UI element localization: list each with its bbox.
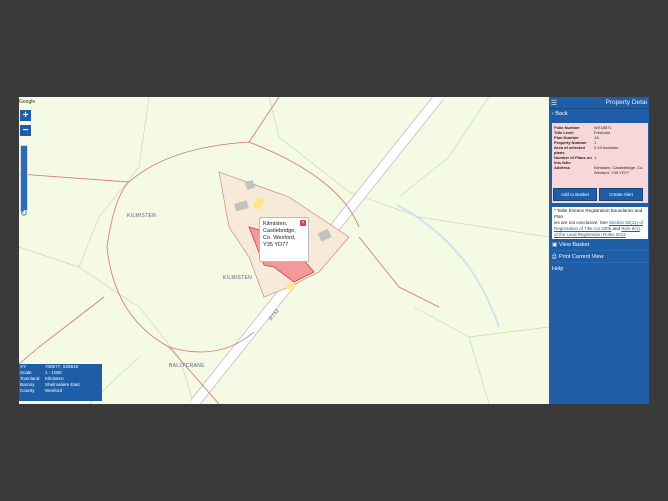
create-alert-button[interactable]: Create Alert bbox=[599, 188, 643, 201]
disclaimer-notice: * Tailte Éireann Registration Boundaries… bbox=[552, 207, 648, 239]
close-icon[interactable]: × bbox=[300, 220, 306, 226]
map-attribution: Google bbox=[19, 99, 36, 105]
view-basket-link[interactable]: ▣ View Basket bbox=[549, 240, 649, 251]
property-details-panel: ☰ Property Detai ‹ Back Folio Number WX18… bbox=[549, 97, 649, 404]
back-link[interactable]: ‹ Back bbox=[549, 109, 649, 120]
section-link[interactable]: Section 62(11) of bbox=[609, 220, 643, 225]
zoom-in-button[interactable]: + bbox=[20, 110, 31, 121]
map-viewer[interactable]: Google + − ↻ R742 KILMISTEN KILMISTEN BA… bbox=[19, 97, 649, 404]
act-link[interactable]: Registration of Title Act 2006 bbox=[554, 226, 611, 231]
popup-line: Co. Wexford, bbox=[263, 235, 296, 241]
popup-line: Castlebridge, bbox=[263, 228, 296, 234]
detail-row: Address Kilmisten, Castlebridge, Co. Wexf… bbox=[554, 165, 644, 175]
panel-header: ☰ Property Detai bbox=[549, 97, 649, 109]
rules-link[interactable]: of the Land Registration Rules 2012 bbox=[554, 232, 626, 237]
zoom-out-button[interactable]: − bbox=[20, 125, 31, 136]
basket-icon: ▣ bbox=[552, 242, 558, 248]
townland-label: KILMISTEN bbox=[127, 213, 157, 219]
print-icon: ⎙ bbox=[552, 254, 557, 260]
help-link[interactable]: Help bbox=[549, 264, 649, 275]
menu-icon[interactable]: ☰ bbox=[549, 99, 559, 107]
add-to-basket-button[interactable]: Add to Basket bbox=[553, 188, 597, 201]
detail-row: Number of Plans on this folio 1 bbox=[554, 155, 597, 165]
townland-label: KILMISTEN bbox=[223, 275, 253, 281]
panel-title: Property Detai bbox=[605, 99, 647, 106]
print-view-link[interactable]: ⎙ Print Current View bbox=[549, 252, 649, 263]
detail-row: Area of selected plans 0.13 hectares bbox=[554, 145, 619, 155]
zoom-slider[interactable] bbox=[20, 145, 28, 211]
townland-label: BALLYCRANE bbox=[169, 363, 205, 369]
rule-link[interactable]: Rule 8(1) bbox=[621, 226, 640, 231]
popup-line: Y35 YD77 bbox=[263, 242, 289, 248]
address-popup: × Kilmisten, Castlebridge, Co. Wexford, … bbox=[259, 217, 309, 262]
map-info-box: XY 706577, 625819 Scale 1 : 1000 Townland K… bbox=[19, 364, 102, 401]
info-row: County Wexford bbox=[20, 388, 63, 394]
map-canvas[interactable]: Google + − ↻ R742 KILMISTEN KILMISTEN BA… bbox=[19, 97, 550, 404]
rotate-icon[interactable]: ↻ bbox=[20, 208, 28, 219]
